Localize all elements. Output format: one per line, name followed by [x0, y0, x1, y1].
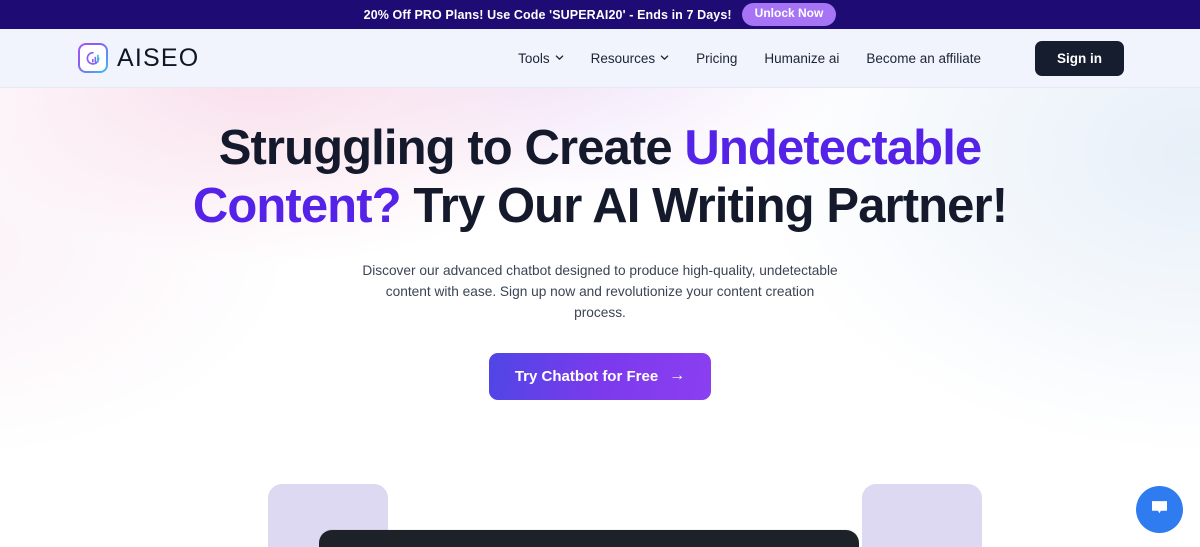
chat-widget-button[interactable]: [1136, 486, 1183, 533]
cta-container: Try Chatbot for Free →: [0, 352, 1200, 400]
nav-item-become-an-affiliate[interactable]: Become an affiliate: [866, 51, 981, 66]
sign-in-button[interactable]: Sign in: [1035, 40, 1124, 76]
headline-line-1: Struggling to Create Undetectable: [219, 121, 982, 175]
logo[interactable]: AISEO: [78, 43, 199, 73]
product-mockup: Can you generate an outline for a blog p…: [0, 442, 1200, 547]
headline-accent: Content?: [192, 179, 402, 233]
headline-accent: Undetectable: [684, 121, 982, 175]
page-title: Struggling to Create Undetectable Conten…: [0, 124, 1200, 231]
chat-preview-panel: Can you generate an outline for a blog p…: [319, 530, 859, 547]
chevron-down-icon: [660, 53, 669, 62]
headline-text: Try Our AI Writing Partner!: [400, 179, 1008, 233]
chevron-down-icon: [555, 53, 564, 62]
nav-item-humanize-ai[interactable]: Humanize ai: [764, 51, 839, 66]
nav-item-tools[interactable]: Tools: [518, 51, 564, 66]
decorative-card-right: [862, 484, 982, 547]
promo-banner: 20% Off PRO Plans! Use Code 'SUPERAI20' …: [0, 0, 1200, 29]
chart-bars-icon: [78, 43, 108, 73]
chat-bubble-icon: [1148, 496, 1171, 524]
cta-label: Try Chatbot for Free: [514, 367, 659, 385]
nav-item-resources[interactable]: Resources: [591, 51, 670, 66]
logo-text: AISEO: [117, 43, 200, 72]
main-navigation: Tools Resources Pricing Humanize ai Beco…: [518, 40, 1124, 76]
site-header: AISEO Tools Resources Pricing Humanize a…: [0, 29, 1200, 88]
arrow-right-icon: →: [669, 367, 686, 385]
unlock-now-button[interactable]: Unlock Now: [741, 3, 837, 26]
headline-line-2: Content? Try Our AI Writing Partner!: [0, 182, 1200, 231]
nav-label: Resources: [590, 50, 656, 66]
hero-section: Struggling to Create Undetectable Conten…: [0, 88, 1200, 547]
nav-label: Tools: [518, 50, 550, 66]
nav-item-pricing[interactable]: Pricing: [696, 51, 737, 66]
try-chatbot-for-free-button[interactable]: Try Chatbot for Free →: [488, 352, 712, 400]
nav-label: Humanize ai: [764, 50, 840, 66]
nav-label: Pricing: [696, 50, 738, 66]
nav-label: Become an affiliate: [866, 50, 981, 66]
hero-subtitle: Discover our advanced chatbot designed t…: [362, 263, 838, 321]
headline-text: Struggling to Create: [218, 121, 685, 175]
promo-text: 20% Off PRO Plans! Use Code 'SUPERAI20' …: [363, 7, 732, 22]
